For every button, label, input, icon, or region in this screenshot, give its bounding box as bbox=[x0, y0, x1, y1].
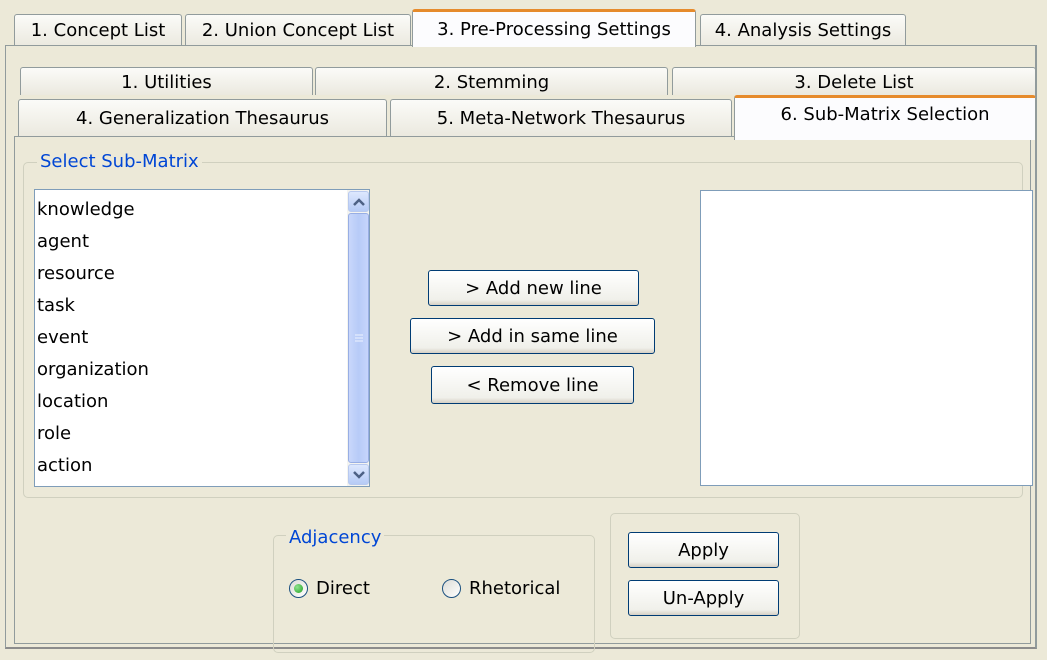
sub-matrix-source-list[interactable]: knowledge agent resource task event orga… bbox=[34, 189, 370, 487]
tab-label: 2. Stemming bbox=[433, 72, 550, 93]
list-item[interactable]: agent bbox=[37, 226, 89, 258]
button-label: < Remove line bbox=[466, 374, 599, 396]
group-title: Adjacency bbox=[286, 528, 385, 548]
vertical-scrollbar[interactable] bbox=[347, 190, 369, 486]
tab-sub-matrix-selection[interactable]: 6. Sub-Matrix Selection bbox=[734, 95, 1036, 140]
radio-rhetorical[interactable]: Rhetorical bbox=[442, 578, 560, 599]
list-item[interactable]: knowledge bbox=[37, 194, 135, 226]
tab-generalization-thesaurus[interactable]: 4. Generalization Thesaurus bbox=[18, 99, 387, 136]
sub-matrix-selected-list[interactable] bbox=[700, 190, 1033, 486]
scroll-up-button[interactable] bbox=[348, 191, 369, 212]
tab-label: 3. Delete List bbox=[794, 72, 914, 93]
list-item[interactable]: task bbox=[37, 290, 75, 322]
add-in-same-line-button[interactable]: > Add in same line bbox=[410, 318, 655, 354]
tab-meta-network-thesaurus[interactable]: 5. Meta-Network Thesaurus bbox=[390, 99, 732, 136]
tab-concept-list[interactable]: 1. Concept List bbox=[14, 14, 182, 46]
scroll-thumb[interactable] bbox=[348, 213, 369, 463]
button-label: > Add in same line bbox=[447, 325, 618, 347]
list-item[interactable]: event bbox=[37, 322, 88, 354]
scroll-down-button[interactable] bbox=[348, 464, 369, 485]
group-title: Select Sub-Matrix bbox=[37, 152, 202, 172]
radio-button[interactable] bbox=[442, 579, 461, 598]
chevron-up-icon bbox=[352, 197, 365, 206]
list-item[interactable]: organization bbox=[37, 354, 149, 386]
add-new-line-button[interactable]: > Add new line bbox=[428, 270, 639, 306]
sub-matrix-panel: Select Sub-Matrix knowledge agent resour… bbox=[14, 136, 1033, 653]
tab-label: 5. Meta-Network Thesaurus bbox=[436, 107, 686, 129]
radio-direct[interactable]: Direct bbox=[289, 578, 370, 599]
tab-label: 1. Utilities bbox=[121, 72, 212, 93]
tab-utilities[interactable]: 1. Utilities bbox=[20, 67, 313, 95]
tab-pre-processing-settings[interactable]: 3. Pre-Processing Settings bbox=[412, 9, 696, 47]
tab-label: 6. Sub-Matrix Selection bbox=[780, 103, 990, 125]
list-item[interactable]: role bbox=[37, 418, 71, 450]
radio-button[interactable] bbox=[289, 579, 308, 598]
tab-delete-list[interactable]: 3. Delete List bbox=[672, 67, 1036, 95]
chevron-down-icon bbox=[352, 470, 365, 479]
tab-analysis-settings[interactable]: 4. Analysis Settings bbox=[700, 14, 906, 46]
list-item[interactable]: location bbox=[37, 386, 108, 418]
button-label: > Add new line bbox=[465, 277, 602, 299]
tab-label: 4. Analysis Settings bbox=[714, 20, 892, 41]
radio-label: Rhetorical bbox=[469, 578, 561, 599]
tab-label: 4. Generalization Thesaurus bbox=[76, 107, 329, 129]
radio-label: Direct bbox=[316, 578, 370, 599]
remove-line-button[interactable]: < Remove line bbox=[431, 366, 634, 404]
apply-button[interactable]: Apply bbox=[628, 532, 779, 568]
tab-stemming[interactable]: 2. Stemming bbox=[315, 67, 668, 95]
list-item[interactable]: action bbox=[37, 450, 92, 482]
tab-label: 1. Concept List bbox=[30, 20, 166, 41]
button-label: Apply bbox=[678, 539, 729, 561]
un-apply-button[interactable]: Un-Apply bbox=[628, 580, 779, 616]
radio-selected-dot bbox=[294, 584, 303, 593]
tab-union-concept-list[interactable]: 2. Union Concept List bbox=[185, 14, 411, 46]
tab-label: 2. Union Concept List bbox=[201, 20, 395, 41]
list-item[interactable]: resource bbox=[37, 258, 115, 290]
button-label: Un-Apply bbox=[662, 587, 745, 609]
grip-icon bbox=[354, 334, 363, 342]
tab-label: 3. Pre-Processing Settings bbox=[437, 19, 671, 40]
